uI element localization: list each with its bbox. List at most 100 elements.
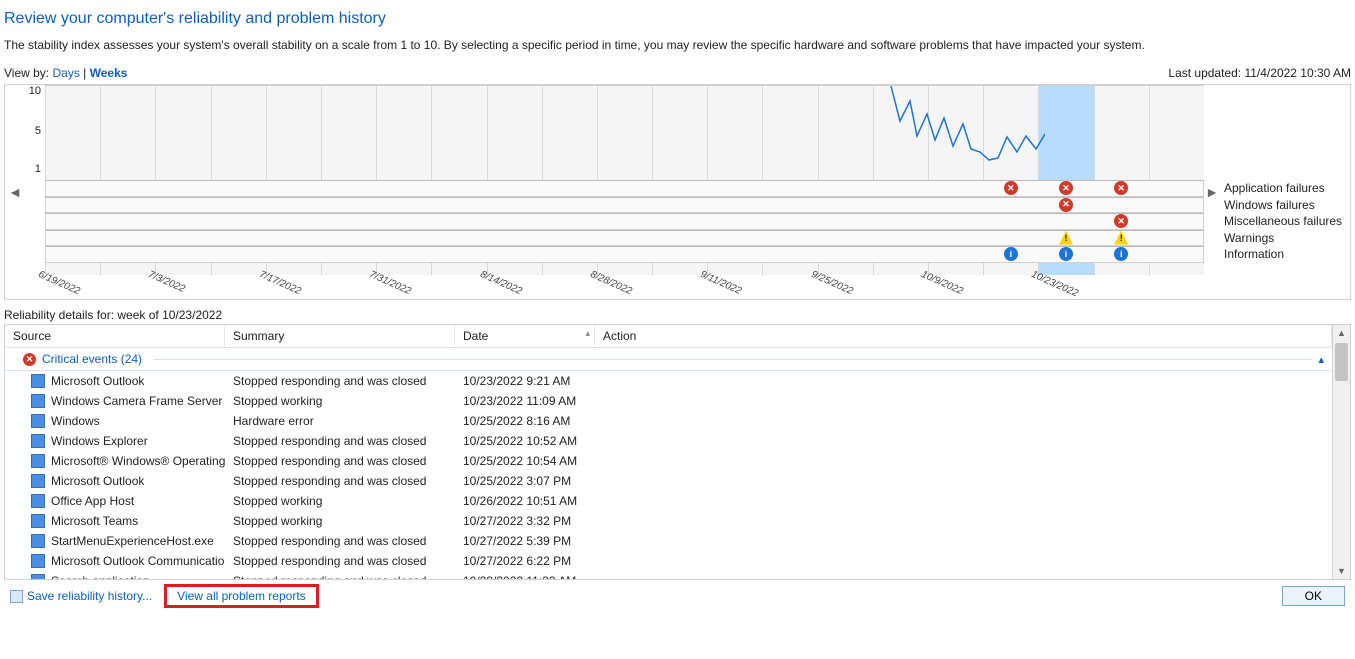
ok-button[interactable]: OK (1282, 586, 1345, 606)
app-icon (31, 534, 45, 548)
scroll-right-button[interactable]: ► (1204, 85, 1220, 299)
page-title: Review your computer's reliability and p… (4, 10, 1351, 28)
col-summary[interactable]: Summary (225, 325, 455, 347)
error-icon: ✕ (1004, 181, 1018, 195)
error-icon: ✕ (1059, 181, 1073, 195)
cell-action (595, 573, 1332, 579)
footer-bar: Save reliability history... View all pro… (4, 580, 1351, 612)
app-icon (31, 494, 45, 508)
cell-summary: Stopped responding and was closed (225, 533, 455, 549)
cell-date: 10/25/2022 10:54 AM (455, 453, 595, 469)
col-date[interactable]: Date▴ (455, 325, 595, 347)
cell-date: 10/27/2022 5:39 PM (455, 533, 595, 549)
vertical-scrollbar[interactable]: ▲ ▼ (1332, 325, 1350, 579)
cell-source: Microsoft Outlook (51, 374, 144, 388)
save-history-link[interactable]: Save reliability history... (10, 589, 152, 603)
cell-source: Windows Explorer (51, 434, 148, 448)
cell-action (595, 553, 1332, 569)
group-label: Critical events (24) (42, 352, 142, 366)
collapse-icon[interactable]: ▴ (1318, 353, 1324, 366)
table-row[interactable]: Windows ExplorerStopped responding and w… (5, 431, 1332, 451)
cell-date: 10/26/2022 10:51 AM (455, 493, 595, 509)
cell-source: Windows (51, 414, 100, 428)
table-row[interactable]: Microsoft Outlook Stopped responding and … (5, 371, 1332, 391)
table-row[interactable]: StartMenuExperienceHost.exeStopped respo… (5, 531, 1332, 551)
row-labels: Application failuresWindows failuresMisc… (1220, 85, 1348, 299)
cell-action (595, 533, 1332, 549)
app-icon (31, 454, 45, 468)
col-action[interactable]: Action (595, 325, 1332, 347)
cell-summary: Stopped responding and was closed (225, 373, 455, 389)
row-label: Windows failures (1224, 197, 1348, 214)
scroll-down-icon[interactable]: ▼ (1333, 563, 1350, 579)
cell-date: 10/25/2022 8:16 AM (455, 413, 595, 429)
app-icon (31, 374, 45, 388)
cell-source: Search application (51, 574, 150, 579)
viewby-separator: | (83, 66, 86, 80)
cell-date: 10/27/2022 3:32 PM (455, 513, 595, 529)
row-label: Information (1224, 246, 1348, 263)
page-description: The stability index assesses your system… (4, 38, 1351, 52)
row-label: Warnings (1224, 230, 1348, 247)
cell-source: Office App Host (51, 494, 134, 508)
scroll-thumb[interactable] (1335, 343, 1348, 381)
app-icon (31, 554, 45, 568)
app-icon (31, 514, 45, 528)
event-rows: ✕✕✕✕✕!!iii (45, 180, 1204, 263)
cell-action (595, 453, 1332, 469)
table-row[interactable]: Microsoft® Windows® Operating...Stopped … (5, 451, 1332, 471)
app-icon (31, 474, 45, 488)
app-icon (31, 414, 45, 428)
table-row[interactable]: Windows Camera Frame ServerStopped worki… (5, 391, 1332, 411)
table-row[interactable]: Microsoft Teams Stopped working10/27/2022… (5, 511, 1332, 531)
viewby-days-link[interactable]: Days (52, 66, 79, 80)
view-all-highlight: View all problem reports (164, 584, 319, 608)
cell-summary: Stopped working (225, 493, 455, 509)
save-icon (10, 590, 23, 603)
cell-action (595, 373, 1332, 389)
sort-indicator-icon: ▴ (585, 328, 590, 339)
x-tick-label: 6/19/2022 (37, 269, 82, 297)
details-header-value: week of 10/23/2022 (117, 308, 222, 322)
cell-action (595, 493, 1332, 509)
cell-source: Microsoft Teams (51, 514, 138, 528)
x-tick-label: 10/23/2022 (1030, 269, 1080, 299)
table-row[interactable]: Microsoft Outlook Communicatio...Stopped… (5, 551, 1332, 571)
cell-action (595, 473, 1332, 489)
cell-date: 10/23/2022 9:21 AM (455, 373, 595, 389)
app-icon (31, 394, 45, 408)
cell-summary: Stopped responding and was closed (225, 553, 455, 569)
reliability-graph: ◄ 10 5 1 ✕✕✕✕✕!!iii 6/19/20227/3/20227/1… (4, 84, 1351, 300)
table-header[interactable]: Source Summary Date▴ Action (5, 325, 1332, 348)
x-axis: 6/19/20227/3/20227/17/20227/31/20228/14/… (45, 265, 1204, 299)
scroll-up-icon[interactable]: ▲ (1333, 325, 1350, 341)
viewby-weeks-link[interactable]: Weeks (90, 66, 128, 80)
details-table: Source Summary Date▴ Action ✕ Critical ev… (4, 324, 1351, 580)
app-icon (31, 434, 45, 448)
cell-summary: Stopped responding and was closed (225, 573, 455, 579)
cell-source: Microsoft Outlook Communicatio... (51, 554, 225, 568)
scroll-left-button[interactable]: ◄ (7, 85, 23, 299)
table-row[interactable]: Microsoft OutlookStopped responding and … (5, 471, 1332, 491)
cell-action (595, 413, 1332, 429)
cell-date: 10/28/2022 11:22 AM (455, 573, 595, 579)
table-row[interactable]: Office App Host Stopped working10/26/2022… (5, 491, 1332, 511)
cell-date: 10/27/2022 6:22 PM (455, 553, 595, 569)
view-all-reports-link[interactable]: View all problem reports (177, 589, 306, 603)
last-updated-label: Last updated: (1168, 66, 1241, 80)
table-row[interactable]: Search application Stopped responding and… (5, 571, 1332, 579)
row-label: Application failures (1224, 180, 1348, 197)
table-row[interactable]: WindowsHardware error10/25/2022 8:16 AM (5, 411, 1332, 431)
info-icon: i (1059, 247, 1073, 261)
cell-date: 10/25/2022 3:07 PM (455, 473, 595, 489)
app-icon (31, 574, 45, 579)
cell-source: Microsoft® Windows® Operating... (51, 454, 225, 468)
cell-date: 10/23/2022 11:09 AM (455, 393, 595, 409)
error-icon: ✕ (23, 353, 36, 366)
group-critical-events[interactable]: ✕ Critical events (24) ▴ (5, 348, 1332, 371)
cell-action (595, 393, 1332, 409)
details-header-label: Reliability details for: (4, 308, 114, 322)
cell-source: Microsoft Outlook (51, 474, 144, 488)
cell-summary: Stopped working (225, 513, 455, 529)
col-source[interactable]: Source (5, 325, 225, 347)
